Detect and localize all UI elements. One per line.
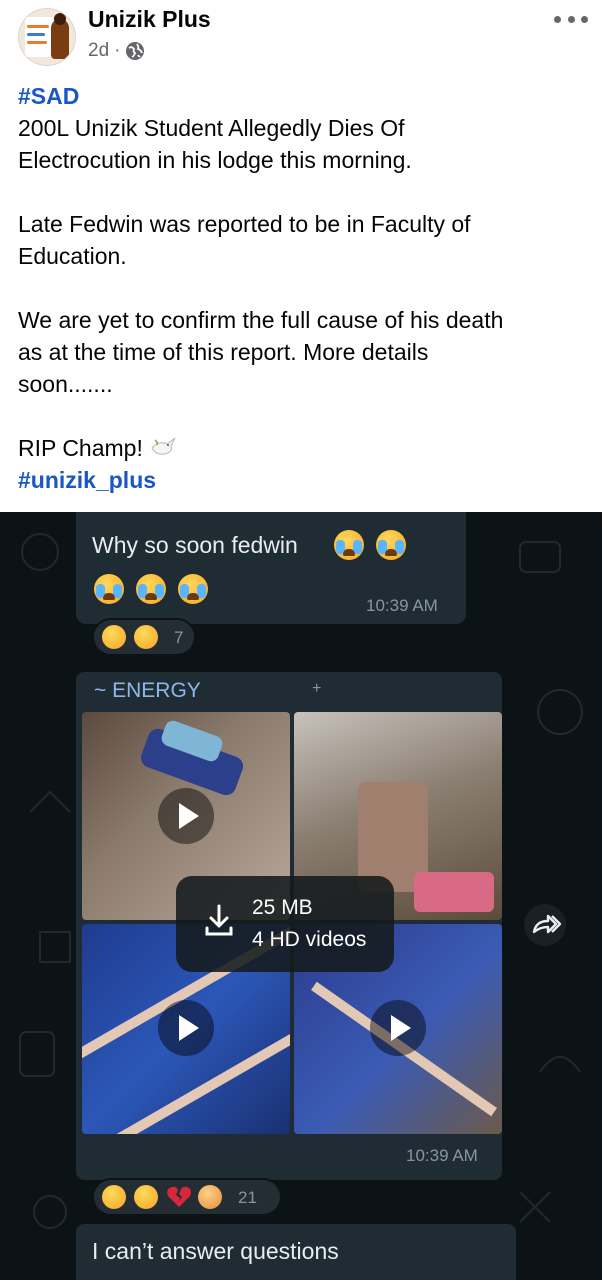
crying-emoji (134, 625, 158, 649)
post-line: Education. (18, 243, 127, 269)
post-line: 200L Unizik Student Allegedly Dies Of (18, 115, 405, 141)
crying-emoji (136, 574, 166, 604)
post-body: #SAD 200L Unizik Student Allegedly Dies … (18, 80, 588, 496)
message-text: I can’t answer questions (92, 1238, 339, 1264)
crying-emoji (134, 1185, 158, 1209)
download-video-count: 4 HD videos (252, 928, 367, 951)
reaction-count: 21 (238, 1188, 257, 1207)
more-options-icon[interactable] (554, 10, 588, 28)
reaction-count: 7 (174, 628, 184, 647)
dove-icon (151, 437, 176, 455)
post-line: soon....... (18, 371, 113, 397)
post-photo[interactable]: Why so soon fedwin 10:39 AM 7 ~ ENERGY +… (0, 512, 602, 1280)
sender-name[interactable]: ~ ENERGY (94, 679, 201, 703)
globe-icon (126, 42, 145, 60)
post-line-rip: RIP Champ! (18, 432, 588, 464)
crying-emoji (94, 574, 124, 604)
crying-emoji (178, 574, 208, 604)
message-time: 10:39 AM (366, 596, 438, 615)
crying-emoji (334, 530, 364, 560)
post-line: Electrocution in his lodge this morning. (18, 147, 412, 173)
post-time[interactable]: 2d (88, 40, 109, 62)
page-name[interactable]: Unizik Plus (88, 6, 211, 33)
download-media-button[interactable]: 25 MB 4 HD videos (176, 876, 394, 972)
forward-icon[interactable] (524, 904, 566, 946)
post-meta: 2d · (88, 40, 145, 62)
post-header: Unizik Plus 2d · (0, 0, 602, 80)
sad-face-emoji (102, 625, 126, 649)
play-icon[interactable] (370, 1000, 426, 1056)
post-line: We are yet to confirm the full cause of … (18, 307, 504, 333)
play-icon[interactable] (158, 1000, 214, 1056)
praying-emoji (198, 1185, 222, 1209)
hashtag-unizik-plus[interactable]: #unizik_plus (18, 464, 588, 496)
hashtag-sad[interactable]: #SAD (18, 80, 588, 112)
meta-separator: · (114, 40, 121, 61)
sender-plus-mark: + (312, 680, 322, 697)
message-text: Why so soon fedwin (92, 532, 298, 558)
play-icon[interactable] (158, 788, 214, 844)
post-line: Late Fedwin was reported to be in Facult… (18, 211, 471, 237)
page-avatar[interactable] (18, 8, 76, 66)
download-icon (205, 904, 233, 936)
broken-heart-icon (167, 1186, 191, 1207)
crying-emoji (376, 530, 406, 560)
media-time: 10:39 AM (406, 1146, 478, 1165)
download-size: 25 MB (252, 896, 313, 919)
post-line: as at the time of this report. More deta… (18, 339, 429, 365)
sad-face-emoji (102, 1185, 126, 1209)
